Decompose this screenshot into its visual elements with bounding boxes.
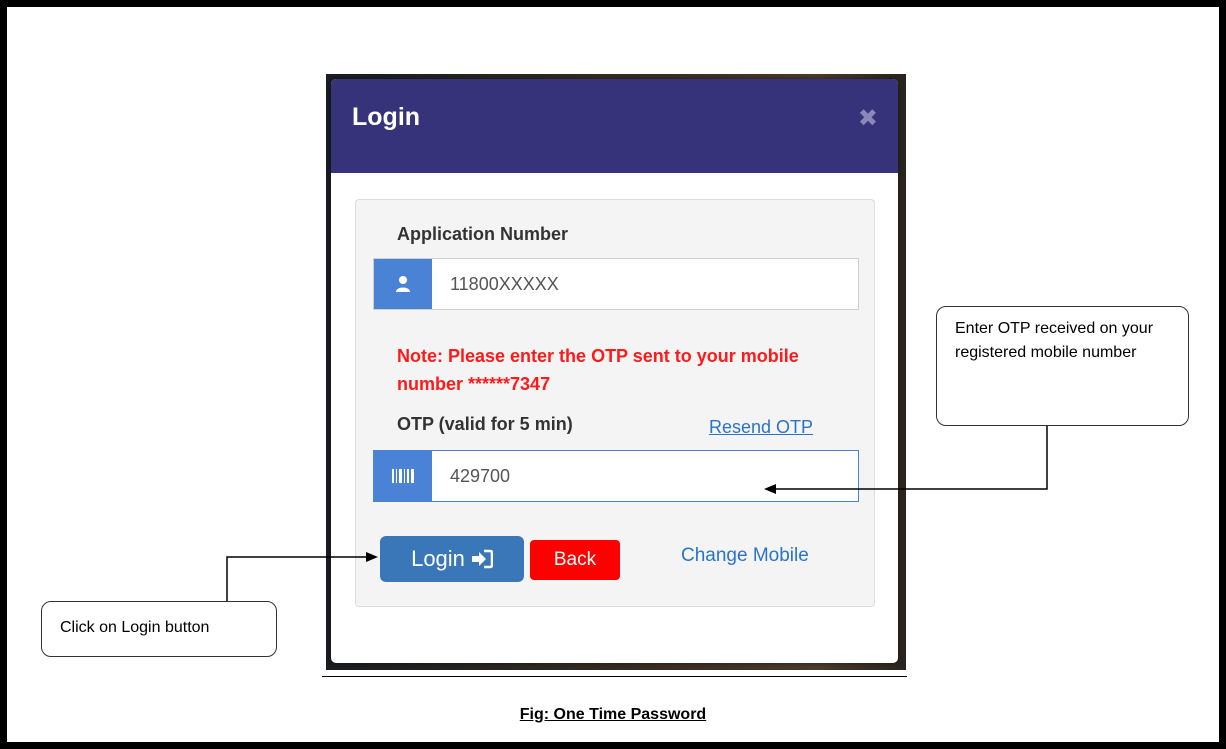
application-number-label: Application Number <box>397 224 569 244</box>
login-form-panel: Application Number Note: Please enter th… <box>355 199 875 607</box>
otp-callout: Enter OTP received on your registered mo… <box>936 306 1189 426</box>
login-button[interactable]: Login <box>380 536 524 582</box>
login-callout: Click on Login button <box>41 601 277 657</box>
figure-underline <box>322 676 907 677</box>
back-button[interactable]: Back <box>530 540 620 580</box>
modal-header: Login ✖ <box>331 79 898 173</box>
sign-in-icon <box>471 549 493 569</box>
otp-input[interactable] <box>432 451 858 501</box>
change-mobile-link[interactable]: Change Mobile <box>681 545 809 567</box>
user-icon <box>374 259 432 309</box>
otp-group <box>373 450 859 502</box>
login-button-label: Login <box>411 546 465 571</box>
application-number-input[interactable] <box>432 259 858 309</box>
modal-title: Login <box>352 103 421 131</box>
otp-note: Note: Please enter the OTP sent to your … <box>397 346 799 394</box>
otp-label: OTP (valid for 5 min) <box>397 414 573 434</box>
resend-otp-link[interactable]: Resend OTP <box>709 417 813 438</box>
application-number-group <box>373 258 859 310</box>
barcode-icon <box>374 451 432 501</box>
figure-caption: Fig: One Time Password <box>519 706 707 723</box>
close-icon[interactable]: ✖ <box>858 104 878 132</box>
login-modal: Login ✖ Application Number Note: Please … <box>331 79 898 663</box>
